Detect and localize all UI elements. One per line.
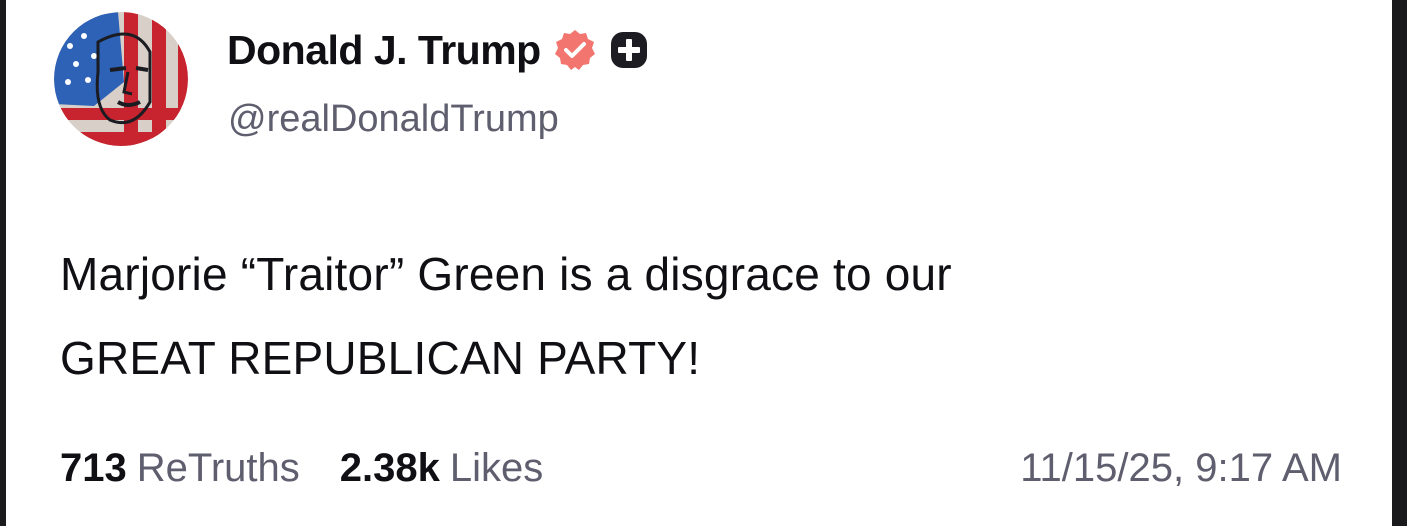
post-text-line: GREAT REPUBLICAN PARTY! [60,332,701,384]
avatar[interactable] [54,12,188,146]
avatar-flag-portrait-icon [54,12,188,146]
post-card: Donald J. Trump @realDonaldTrump Marjori… [6,0,1392,526]
retruths-count: 713 [60,445,127,490]
author-display-name[interactable]: Donald J. Trump [227,27,541,74]
plus-icon [609,30,649,70]
post-timestamp[interactable]: 11/15/25, 9:17 AM [1020,440,1342,496]
retruths-stat[interactable]: 713 ReTruths [60,446,300,491]
author-name-row: Donald J. Trump [227,25,649,75]
screenshot-frame: Donald J. Trump @realDonaldTrump Marjori… [0,0,1407,526]
post-text: Marjorie “Traitor” Green is a disgrace t… [60,232,1360,400]
likes-count: 2.38k [339,445,440,490]
author-handle[interactable]: @realDonaldTrump [228,98,559,141]
retruths-label: ReTruths [136,445,300,490]
verified-icon [553,28,597,72]
post-stats: 713 ReTruths 2.38k Likes [60,440,543,496]
likes-stat[interactable]: 2.38k Likes [340,446,544,491]
likes-label: Likes [449,445,544,490]
post-text-line: Marjorie “Traitor” Green is a disgrace t… [60,248,952,300]
